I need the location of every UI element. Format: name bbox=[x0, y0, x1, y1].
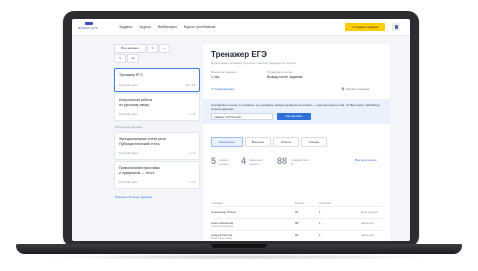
task-card-count: 1 / 3 bbox=[189, 151, 195, 155]
table-row[interactable]: Анна Смирнова Сдала 4 мин назад 98 1 Зак… bbox=[211, 220, 383, 230]
meta-label: Время на задания bbox=[211, 70, 237, 74]
meta-value: Вывод после задания bbox=[267, 75, 303, 79]
student-submitted-time: Сдал 8 мин назад bbox=[211, 237, 232, 240]
laptop-notch bbox=[211, 244, 267, 248]
task-card[interactable]: Функциональные стиля речи. Публицистичес… bbox=[114, 132, 200, 160]
nav-item-courses[interactable]: Курсы bbox=[139, 24, 150, 29]
student-status: Еще решает bbox=[361, 210, 379, 214]
student-name: Александр Попов bbox=[211, 210, 236, 214]
nav-item-tasks[interactable]: Задачи bbox=[119, 24, 132, 29]
share-link-box: Скопируйте ссылку и отправьте её ученика… bbox=[203, 99, 390, 124]
task-card-subject: Русский язык bbox=[119, 151, 138, 155]
tab-answers[interactable]: Ответы bbox=[273, 137, 299, 147]
stat-finished-label: Закончили решать bbox=[249, 158, 263, 166]
logo-text: ЯКЛАСС ЕГЭ bbox=[78, 26, 98, 30]
task-card-title-line2: и суффиксов — тесть bbox=[119, 170, 155, 175]
table-divider bbox=[211, 218, 383, 219]
stat-started-label: Начали решать bbox=[219, 158, 229, 166]
logo[interactable]: ЯКЛАСС ЕГЭ bbox=[78, 22, 100, 32]
task-card-subject: Русский язык bbox=[119, 112, 138, 116]
tab-summary[interactable]: Сводка bbox=[301, 137, 327, 147]
task-detail-panel: Тренажер ЕГЭ Подготовка к экзамену для в… bbox=[203, 44, 390, 241]
task-card[interactable]: Контрольная работа по русскому языку Рус… bbox=[114, 93, 200, 121]
laptop-screen: ЯКЛАСС ЕГЭ Задачи Курсы Вебинары Курсы у… bbox=[72, 19, 410, 241]
create-task-button[interactable]: + Создать задание bbox=[345, 23, 385, 31]
student-score: 98 bbox=[295, 221, 299, 225]
student-score: 90 bbox=[295, 233, 299, 237]
task-card-subject: Русский язык bbox=[119, 83, 138, 87]
section-label: Последние задания bbox=[115, 125, 143, 129]
task-card-subject: Русский язык bbox=[119, 180, 138, 184]
student-attempts: 1 bbox=[319, 221, 321, 225]
share-link-input[interactable]: yaklass.ru/t/7k3ma9 bbox=[211, 113, 273, 120]
laptop-shadow bbox=[40, 254, 438, 260]
student-status: Закончил bbox=[361, 233, 375, 237]
stat-average-label: Средний балл, % bbox=[291, 158, 311, 166]
tab-results[interactable]: Результаты bbox=[211, 137, 243, 147]
all-results-link[interactable]: Все результаты bbox=[355, 158, 383, 163]
edit-task-link[interactable]: ✎ Редактировать bbox=[211, 87, 235, 91]
top-navigation-bar: ЯКЛАСС ЕГЭ Задачи Курсы Вебинары Курсы у… bbox=[72, 19, 410, 36]
main-nav: Задачи Курсы Вебинары Курсы учебников bbox=[119, 24, 215, 29]
filter-all-tasks[interactable]: Все задания bbox=[114, 44, 146, 53]
filter-chip-a[interactable]: Ч bbox=[114, 54, 126, 63]
task-card[interactable]: Правописание приставок и суффиксов — тес… bbox=[114, 161, 200, 189]
stat-finished-value: 4 bbox=[241, 156, 247, 166]
logo-mark-icon bbox=[85, 22, 93, 25]
student-attempts: 1 bbox=[319, 233, 321, 237]
task-card-title-line2: Публицистический стиль bbox=[119, 141, 160, 146]
nav-item-textbook-courses[interactable]: Курсы учебников bbox=[184, 24, 216, 29]
student-attempts: 1 bbox=[319, 210, 321, 214]
task-card-title: Тренажер ЕГЭ bbox=[119, 73, 143, 77]
table-divider bbox=[211, 206, 383, 207]
task-sidebar: Все задания ≡ + Ч Чк Тренажер ЕГЭ Русски… bbox=[114, 44, 200, 199]
share-instructions: Скопируйте ссылку и отправьте её ученика… bbox=[211, 103, 381, 111]
table-row[interactable]: Андрей Петров Сдал 8 мин назад 90 1 Зако… bbox=[211, 232, 383, 241]
filter-chip-b[interactable]: Чк bbox=[127, 54, 139, 63]
stat-average-value: 88 bbox=[277, 156, 288, 166]
student-submitted-time: Сдала 4 мин назад bbox=[211, 225, 234, 228]
task-card-count: 1 / 6 bbox=[189, 180, 195, 184]
task-card-count: 10 / 24 bbox=[185, 83, 195, 87]
column-header-attempts[interactable]: Попытки bbox=[319, 201, 331, 205]
task-card-count: 1 / 8 bbox=[189, 112, 195, 116]
add-filter-icon[interactable]: + bbox=[159, 44, 170, 53]
column-header-students[interactable]: Ученики bbox=[211, 201, 222, 205]
student-status: Закончил bbox=[361, 221, 375, 225]
nav-item-webinars[interactable]: Вебинары bbox=[158, 24, 177, 29]
sort-icon[interactable]: ≡ bbox=[147, 44, 158, 53]
tab-questions[interactable]: Вопросы bbox=[245, 137, 271, 147]
task-card-title-line2: по русскому языку bbox=[119, 102, 149, 107]
column-header-score[interactable]: Баллы bbox=[295, 201, 304, 205]
delete-task-link[interactable]: 🗑 Удалить задание bbox=[341, 87, 369, 91]
task-description: Подготовка к экзамену для всех классов. … bbox=[211, 61, 296, 65]
meta-value: 1 час bbox=[211, 75, 220, 79]
copy-link-button[interactable]: Скопировать bbox=[277, 113, 311, 120]
task-card-active[interactable]: Тренажер ЕГЭ Русский язык 10 / 24 bbox=[114, 68, 200, 92]
student-score: 50 bbox=[295, 210, 299, 214]
filter-bar: Все задания ≡ + Ч Чк bbox=[114, 44, 200, 66]
table-divider bbox=[211, 230, 383, 231]
page-title: Тренажер ЕГЭ bbox=[211, 50, 267, 59]
stat-started-value: 5 bbox=[211, 156, 217, 166]
profile-icon[interactable] bbox=[392, 23, 400, 31]
meta-label: Проверка ответов bbox=[267, 70, 292, 74]
show-more-link[interactable]: Показать больше заданий bbox=[115, 195, 152, 199]
